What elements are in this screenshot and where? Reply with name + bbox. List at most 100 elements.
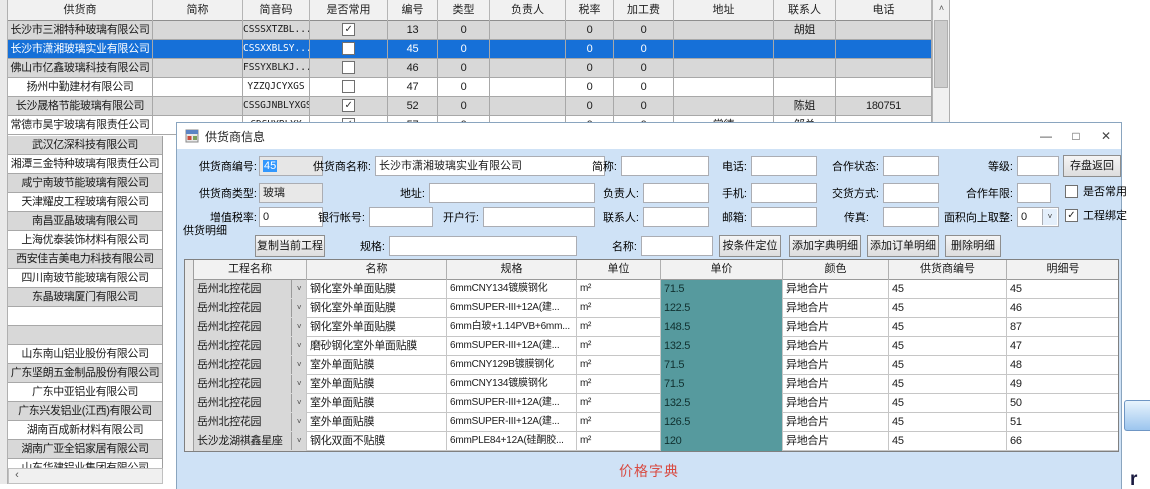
common-checkbox[interactable]: ✓ xyxy=(342,99,355,112)
chevron-down-icon[interactable]: ˅ xyxy=(1042,209,1057,225)
detail-row[interactable]: 岳州北控花园˅ 室外单面贴膜 6mmCNY134镀膜钢化 m² 71.5 异地合… xyxy=(194,375,1119,394)
chevron-down-icon[interactable]: ˅ xyxy=(291,299,306,317)
scrollbar-thumb[interactable] xyxy=(934,20,948,88)
chevron-down-icon[interactable]: ˅ xyxy=(291,318,306,336)
list-item[interactable]: 湘潭三金特种玻璃有限责任公司 xyxy=(8,155,162,174)
delivery-input[interactable] xyxy=(883,183,939,203)
project-combobox[interactable]: 岳州北控花园˅ xyxy=(194,318,307,337)
minimize-button[interactable]: — xyxy=(1031,124,1061,148)
col-header-detail-no[interactable]: 明细号 xyxy=(1007,260,1119,280)
col-header-contact[interactable]: 联系人 xyxy=(774,0,836,21)
col-header-spec[interactable]: 规格 xyxy=(447,260,577,280)
project-combobox[interactable]: 岳州北控花园˅ xyxy=(194,394,307,413)
supplier-name-input[interactable]: 长沙市潇湘玻璃实业有限公司 xyxy=(375,156,605,176)
list-item[interactable]: 湖南广亚全铝家居有限公司 xyxy=(8,440,162,459)
short-name-input[interactable] xyxy=(621,156,709,176)
list-item[interactable]: 西安佳吉美电力科技有限公司 xyxy=(8,250,162,269)
col-header-price[interactable]: 单价 xyxy=(661,260,783,280)
coop-years-input[interactable] xyxy=(1017,183,1051,203)
project-binding-checkbox[interactable]: ✓ xyxy=(1065,209,1078,222)
table-row[interactable]: 扬州中勤建材有限公司 YZZQJCYXGS 47 0 0 0 xyxy=(8,78,932,97)
detail-row[interactable]: 岳州北控花园˅ 钢化室外单面贴膜 6mm白玻+1.14PVB+6mm... m²… xyxy=(194,318,1119,337)
common-checkbox[interactable]: ✓ xyxy=(342,23,355,36)
col-header-project[interactable]: 工程名称 xyxy=(194,260,307,280)
address-input[interactable] xyxy=(429,183,595,203)
col-header-supplier-no[interactable]: 供货商编号 xyxy=(889,260,1007,280)
col-header-phone[interactable]: 电话 xyxy=(836,0,932,21)
list-item[interactable]: 山东华建铝业集团有限公司 xyxy=(8,459,162,468)
list-item[interactable]: 上海优泰装饰材料有限公司 xyxy=(8,231,162,250)
detail-row[interactable]: 岳州北控花园˅ 钢化室外单面贴膜 6mmCNY134镀膜钢化 m² 71.5 异… xyxy=(194,280,1119,299)
save-return-button[interactable]: 存盘返回 xyxy=(1063,155,1121,177)
list-item[interactable]: 东晶玻璃厦门有限公司 xyxy=(8,288,162,307)
chevron-down-icon[interactable]: ˅ xyxy=(291,280,306,298)
add-dictionary-detail-button[interactable]: 添加字典明细 xyxy=(789,235,861,257)
col-header-color[interactable]: 颜色 xyxy=(783,260,889,280)
table-row[interactable]: 长沙市三湘特种玻璃有限公司 CSSSXTZBL... ✓ 13 0 0 0 胡姐 xyxy=(8,21,932,40)
name-filter-input[interactable] xyxy=(641,236,713,256)
project-combobox[interactable]: 岳州北控花园˅ xyxy=(194,413,307,432)
mobile-input[interactable] xyxy=(751,183,817,203)
col-header-code[interactable]: 简音码 xyxy=(243,0,310,21)
col-header-manager[interactable]: 负责人 xyxy=(490,0,566,21)
spec-filter-input[interactable] xyxy=(389,236,577,256)
coop-status-input[interactable] xyxy=(883,156,939,176)
bank-account-input[interactable] xyxy=(369,207,433,227)
chevron-down-icon[interactable]: ˅ xyxy=(291,375,306,393)
detail-row[interactable]: 岳州北控花园˅ 钢化室外单面贴膜 6mmSUPER-III+12A(建... m… xyxy=(194,299,1119,318)
col-header-number[interactable]: 编号 xyxy=(388,0,438,21)
supplier-type-input[interactable]: 玻璃 xyxy=(259,183,323,203)
project-combobox[interactable]: 岳州北控花园˅ xyxy=(194,375,307,394)
table-row[interactable]: 长沙市潇湘玻璃实业有限公司 CSSXXBLSY... 45 0 0 0 xyxy=(8,40,932,59)
chevron-down-icon[interactable]: ˅ xyxy=(291,356,306,374)
manager-input[interactable] xyxy=(643,183,709,203)
detail-row[interactable]: 岳州北控花园˅ 室外单面贴膜 6mmSUPER-III+12A(建... m² … xyxy=(194,394,1119,413)
col-header-type[interactable]: 类型 xyxy=(438,0,490,21)
chevron-down-icon[interactable]: ˅ xyxy=(291,394,306,412)
list-item[interactable]: 广东坚朗五金制品股份有限公司 xyxy=(8,364,162,383)
close-button[interactable]: ✕ xyxy=(1091,124,1121,148)
table-row[interactable]: 长沙晟格节能玻璃有限公司 CSSGJNBLYXGS ✓ 52 0 0 0 陈姐 … xyxy=(8,97,932,116)
vertical-scrollbar[interactable]: ˄ xyxy=(932,0,949,136)
scroll-left-icon[interactable]: ‹ xyxy=(9,469,25,483)
col-header-supplier[interactable]: 供货商 xyxy=(8,0,153,21)
common-checkbox[interactable] xyxy=(342,80,355,93)
col-header-address[interactable]: 地址 xyxy=(674,0,774,21)
chevron-down-icon[interactable]: ˅ xyxy=(291,337,306,355)
fax-input[interactable] xyxy=(883,207,939,227)
area-round-combobox[interactable]: 0˅ xyxy=(1017,207,1059,227)
list-item[interactable]: 天津耀皮工程玻璃有限公司 xyxy=(8,193,162,212)
col-header-name[interactable]: 名称 xyxy=(307,260,447,280)
list-item[interactable] xyxy=(8,307,162,326)
detail-row[interactable]: 岳州北控花园˅ 室外单面贴膜 6mmCNY129B镀膜钢化 m² 71.5 异地… xyxy=(194,356,1119,375)
grade-input[interactable] xyxy=(1017,156,1059,176)
contact-input[interactable] xyxy=(643,207,709,227)
chevron-down-icon[interactable]: ˅ xyxy=(291,413,306,431)
list-item[interactable]: 四川南玻节能玻璃有限公司 xyxy=(8,269,162,288)
col-header-unit[interactable]: 单位 xyxy=(577,260,661,280)
locate-by-condition-button[interactable]: 按条件定位 xyxy=(719,235,781,257)
email-input[interactable] xyxy=(751,207,817,227)
detail-row[interactable]: 长沙龙湖祺鑫星座˅ 钢化双面不贴膜 6mmPLE84+12A(硅酮胶... m²… xyxy=(194,432,1119,451)
common-use-checkbox[interactable] xyxy=(1065,185,1078,198)
list-item[interactable]: 湖南百成新材料有限公司 xyxy=(8,421,162,440)
list-item[interactable]: 南昌亚晶玻璃有限公司 xyxy=(8,212,162,231)
col-header-fee[interactable]: 加工费 xyxy=(614,0,674,21)
dialog-titlebar[interactable]: 供货商信息 — □ ✕ xyxy=(177,123,1121,149)
project-combobox[interactable]: 长沙龙湖祺鑫星座˅ xyxy=(194,432,307,451)
project-combobox[interactable]: 岳州北控花园˅ xyxy=(194,337,307,356)
detail-row[interactable]: 岳州北控花园˅ 室外单面贴膜 6mmSUPER-III+12A(建... m² … xyxy=(194,413,1119,432)
chevron-down-icon[interactable]: ˅ xyxy=(291,432,306,450)
list-item[interactable]: 武汉亿深科技有限公司 xyxy=(8,136,162,155)
list-item[interactable] xyxy=(8,326,162,345)
scroll-up-icon[interactable]: ˄ xyxy=(933,0,950,17)
project-combobox[interactable]: 岳州北控花园˅ xyxy=(194,299,307,318)
common-checkbox[interactable] xyxy=(342,61,355,74)
col-header-short[interactable]: 简称 xyxy=(153,0,243,21)
list-item[interactable]: 山东南山铝业股份有限公司 xyxy=(8,345,162,364)
col-header-taxrate[interactable]: 税率 xyxy=(566,0,614,21)
copy-current-project-button[interactable]: 复制当前工程 xyxy=(255,235,325,257)
list-item[interactable]: 咸宁南玻节能玻璃有限公司 xyxy=(8,174,162,193)
horizontal-scrollbar[interactable]: ‹ xyxy=(8,468,163,484)
project-combobox[interactable]: 岳州北控花园˅ xyxy=(194,280,307,299)
